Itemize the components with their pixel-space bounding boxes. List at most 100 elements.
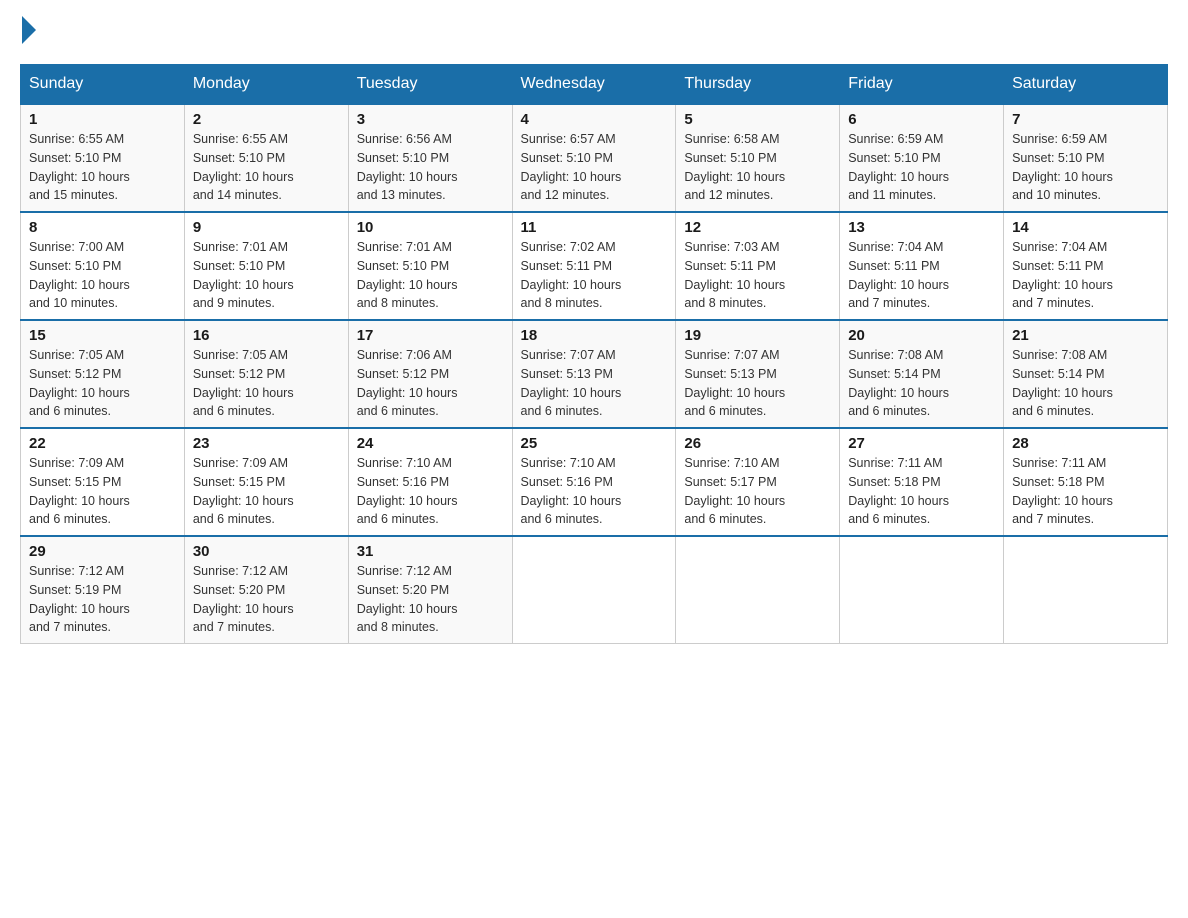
calendar-cell: 25 Sunrise: 7:10 AM Sunset: 5:16 PM Dayl… [512,428,676,536]
calendar-cell: 23 Sunrise: 7:09 AM Sunset: 5:15 PM Dayl… [184,428,348,536]
day-number: 4 [521,111,668,128]
calendar-cell: 8 Sunrise: 7:00 AM Sunset: 5:10 PM Dayli… [21,212,185,320]
day-number: 30 [193,543,340,560]
day-number: 26 [684,435,831,452]
calendar-cell: 20 Sunrise: 7:08 AM Sunset: 5:14 PM Dayl… [840,320,1004,428]
calendar-cell: 7 Sunrise: 6:59 AM Sunset: 5:10 PM Dayli… [1004,104,1168,212]
logo [20,20,36,44]
calendar-cell: 26 Sunrise: 7:10 AM Sunset: 5:17 PM Dayl… [676,428,840,536]
calendar-cell: 13 Sunrise: 7:04 AM Sunset: 5:11 PM Dayl… [840,212,1004,320]
calendar-cell: 29 Sunrise: 7:12 AM Sunset: 5:19 PM Dayl… [21,536,185,644]
calendar-header-saturday: Saturday [1004,65,1168,105]
day-number: 9 [193,219,340,236]
day-info: Sunrise: 6:56 AM Sunset: 5:10 PM Dayligh… [357,130,504,205]
calendar-cell [840,536,1004,644]
day-info: Sunrise: 7:02 AM Sunset: 5:11 PM Dayligh… [521,238,668,313]
day-info: Sunrise: 7:10 AM Sunset: 5:16 PM Dayligh… [357,454,504,529]
day-number: 5 [684,111,831,128]
day-info: Sunrise: 7:05 AM Sunset: 5:12 PM Dayligh… [29,346,176,421]
day-number: 12 [684,219,831,236]
day-info: Sunrise: 6:55 AM Sunset: 5:10 PM Dayligh… [193,130,340,205]
day-number: 13 [848,219,995,236]
day-number: 17 [357,327,504,344]
day-number: 6 [848,111,995,128]
day-number: 21 [1012,327,1159,344]
day-number: 14 [1012,219,1159,236]
calendar-cell: 14 Sunrise: 7:04 AM Sunset: 5:11 PM Dayl… [1004,212,1168,320]
calendar-cell: 15 Sunrise: 7:05 AM Sunset: 5:12 PM Dayl… [21,320,185,428]
day-number: 18 [521,327,668,344]
calendar-cell: 6 Sunrise: 6:59 AM Sunset: 5:10 PM Dayli… [840,104,1004,212]
day-info: Sunrise: 7:04 AM Sunset: 5:11 PM Dayligh… [848,238,995,313]
day-number: 19 [684,327,831,344]
calendar-header-row: SundayMondayTuesdayWednesdayThursdayFrid… [21,65,1168,105]
calendar-cell: 19 Sunrise: 7:07 AM Sunset: 5:13 PM Dayl… [676,320,840,428]
calendar-cell: 16 Sunrise: 7:05 AM Sunset: 5:12 PM Dayl… [184,320,348,428]
calendar-header-friday: Friday [840,65,1004,105]
day-number: 24 [357,435,504,452]
calendar-header-monday: Monday [184,65,348,105]
calendar-cell: 18 Sunrise: 7:07 AM Sunset: 5:13 PM Dayl… [512,320,676,428]
calendar-cell: 3 Sunrise: 6:56 AM Sunset: 5:10 PM Dayli… [348,104,512,212]
day-info: Sunrise: 6:57 AM Sunset: 5:10 PM Dayligh… [521,130,668,205]
day-number: 25 [521,435,668,452]
day-info: Sunrise: 7:12 AM Sunset: 5:19 PM Dayligh… [29,562,176,637]
day-info: Sunrise: 7:07 AM Sunset: 5:13 PM Dayligh… [684,346,831,421]
calendar-cell: 4 Sunrise: 6:57 AM Sunset: 5:10 PM Dayli… [512,104,676,212]
day-info: Sunrise: 7:05 AM Sunset: 5:12 PM Dayligh… [193,346,340,421]
calendar-table: SundayMondayTuesdayWednesdayThursdayFrid… [20,64,1168,644]
calendar-week-row: 8 Sunrise: 7:00 AM Sunset: 5:10 PM Dayli… [21,212,1168,320]
day-info: Sunrise: 6:59 AM Sunset: 5:10 PM Dayligh… [1012,130,1159,205]
day-number: 23 [193,435,340,452]
calendar-week-row: 29 Sunrise: 7:12 AM Sunset: 5:19 PM Dayl… [21,536,1168,644]
calendar-cell: 21 Sunrise: 7:08 AM Sunset: 5:14 PM Dayl… [1004,320,1168,428]
calendar-cell: 1 Sunrise: 6:55 AM Sunset: 5:10 PM Dayli… [21,104,185,212]
calendar-cell: 12 Sunrise: 7:03 AM Sunset: 5:11 PM Dayl… [676,212,840,320]
calendar-header-wednesday: Wednesday [512,65,676,105]
calendar-cell: 2 Sunrise: 6:55 AM Sunset: 5:10 PM Dayli… [184,104,348,212]
calendar-cell: 28 Sunrise: 7:11 AM Sunset: 5:18 PM Dayl… [1004,428,1168,536]
day-number: 20 [848,327,995,344]
calendar-cell: 17 Sunrise: 7:06 AM Sunset: 5:12 PM Dayl… [348,320,512,428]
calendar-week-row: 1 Sunrise: 6:55 AM Sunset: 5:10 PM Dayli… [21,104,1168,212]
calendar-cell: 24 Sunrise: 7:10 AM Sunset: 5:16 PM Dayl… [348,428,512,536]
day-info: Sunrise: 7:09 AM Sunset: 5:15 PM Dayligh… [193,454,340,529]
calendar-cell [512,536,676,644]
day-info: Sunrise: 7:08 AM Sunset: 5:14 PM Dayligh… [848,346,995,421]
day-info: Sunrise: 7:10 AM Sunset: 5:16 PM Dayligh… [521,454,668,529]
day-info: Sunrise: 6:59 AM Sunset: 5:10 PM Dayligh… [848,130,995,205]
day-info: Sunrise: 7:01 AM Sunset: 5:10 PM Dayligh… [193,238,340,313]
day-info: Sunrise: 7:10 AM Sunset: 5:17 PM Dayligh… [684,454,831,529]
day-info: Sunrise: 6:58 AM Sunset: 5:10 PM Dayligh… [684,130,831,205]
logo-arrow-icon [22,16,36,44]
day-number: 28 [1012,435,1159,452]
calendar-cell: 30 Sunrise: 7:12 AM Sunset: 5:20 PM Dayl… [184,536,348,644]
day-info: Sunrise: 7:03 AM Sunset: 5:11 PM Dayligh… [684,238,831,313]
day-number: 11 [521,219,668,236]
calendar-cell [676,536,840,644]
calendar-week-row: 22 Sunrise: 7:09 AM Sunset: 5:15 PM Dayl… [21,428,1168,536]
calendar-header-tuesday: Tuesday [348,65,512,105]
day-info: Sunrise: 7:09 AM Sunset: 5:15 PM Dayligh… [29,454,176,529]
day-number: 27 [848,435,995,452]
calendar-header-thursday: Thursday [676,65,840,105]
day-number: 22 [29,435,176,452]
calendar-cell: 22 Sunrise: 7:09 AM Sunset: 5:15 PM Dayl… [21,428,185,536]
calendar-cell: 31 Sunrise: 7:12 AM Sunset: 5:20 PM Dayl… [348,536,512,644]
page-header [20,20,1168,44]
day-info: Sunrise: 7:00 AM Sunset: 5:10 PM Dayligh… [29,238,176,313]
day-info: Sunrise: 7:04 AM Sunset: 5:11 PM Dayligh… [1012,238,1159,313]
calendar-week-row: 15 Sunrise: 7:05 AM Sunset: 5:12 PM Dayl… [21,320,1168,428]
day-number: 8 [29,219,176,236]
day-number: 3 [357,111,504,128]
day-info: Sunrise: 7:01 AM Sunset: 5:10 PM Dayligh… [357,238,504,313]
day-number: 29 [29,543,176,560]
calendar-cell: 5 Sunrise: 6:58 AM Sunset: 5:10 PM Dayli… [676,104,840,212]
day-info: Sunrise: 7:11 AM Sunset: 5:18 PM Dayligh… [848,454,995,529]
calendar-cell: 10 Sunrise: 7:01 AM Sunset: 5:10 PM Dayl… [348,212,512,320]
day-number: 2 [193,111,340,128]
day-info: Sunrise: 7:08 AM Sunset: 5:14 PM Dayligh… [1012,346,1159,421]
day-info: Sunrise: 7:07 AM Sunset: 5:13 PM Dayligh… [521,346,668,421]
calendar-header-sunday: Sunday [21,65,185,105]
day-number: 31 [357,543,504,560]
